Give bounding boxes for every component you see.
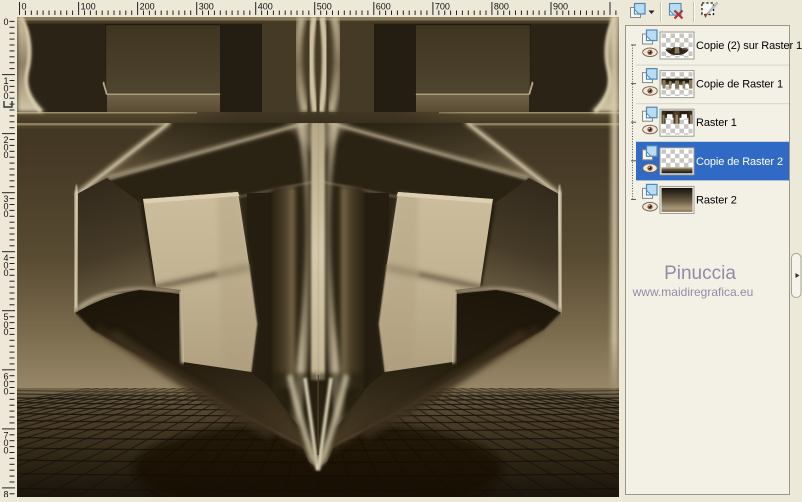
svg-text:600: 600 — [376, 2, 391, 12]
svg-text:900: 900 — [553, 2, 568, 12]
svg-text:0: 0 — [4, 150, 9, 160]
svg-text:Copie de Raster 1: Copie de Raster 1 — [696, 79, 783, 91]
svg-text:Copie (2) sur Raster 1: Copie (2) sur Raster 1 — [696, 40, 802, 52]
svg-text:www.maidiregrafica.eu: www.maidiregrafica.eu — [632, 285, 754, 299]
svg-text:300: 300 — [199, 2, 214, 12]
svg-text:Raster 1: Raster 1 — [696, 117, 737, 129]
svg-text:100: 100 — [81, 2, 96, 12]
svg-text:Copie de Raster 2: Copie de Raster 2 — [696, 156, 783, 168]
svg-text:200: 200 — [140, 2, 155, 12]
svg-text:8: 8 — [4, 489, 9, 497]
svg-text:0: 0 — [4, 386, 9, 396]
svg-text:0: 0 — [4, 445, 9, 455]
svg-text:Raster 2: Raster 2 — [696, 194, 737, 206]
svg-text:0: 0 — [4, 17, 9, 27]
svg-text:0: 0 — [4, 268, 9, 278]
svg-text:500: 500 — [317, 2, 332, 12]
svg-text:0: 0 — [4, 91, 9, 101]
svg-text:0: 0 — [22, 2, 27, 12]
svg-text:Pinuccia: Pinuccia — [664, 263, 736, 284]
svg-text:400: 400 — [258, 2, 273, 12]
svg-text:0: 0 — [4, 209, 9, 219]
svg-text:800: 800 — [494, 2, 509, 12]
svg-text:0: 0 — [4, 327, 9, 337]
svg-text:700: 700 — [435, 2, 450, 12]
